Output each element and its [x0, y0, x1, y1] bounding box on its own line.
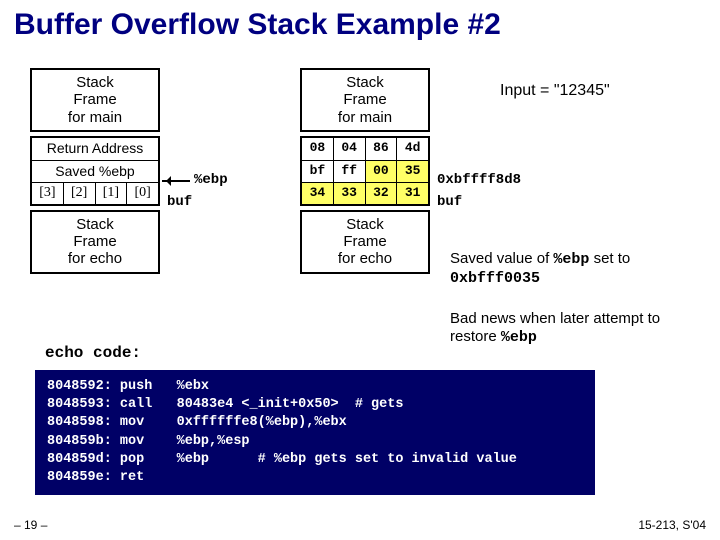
right-row-return: 08 04 86 4d	[302, 138, 428, 160]
slide-number: – 19 –	[14, 518, 47, 532]
right-stack-rows: 08 04 86 4d bf ff 00 35 34 33 32 31	[300, 136, 430, 206]
cell-buf: 33	[333, 183, 365, 204]
cell-buf: 34	[302, 183, 333, 204]
cell: bf	[302, 161, 333, 182]
cell: 4d	[396, 138, 428, 160]
course-tag: 15-213, S'04	[638, 518, 706, 532]
label-addr-right: 0xbffff8d8	[437, 172, 521, 188]
t: set to	[589, 250, 630, 267]
right-row-buf: 34 33 32 31	[302, 182, 428, 204]
buf-idx-0: [0]	[126, 183, 158, 204]
left-row-buf: [3] [2] [1] [0]	[32, 182, 158, 204]
cell-buf: 32	[365, 183, 397, 204]
left-echo-frame: Stack Frame for echo	[30, 210, 160, 274]
cell-buf: 31	[396, 183, 428, 204]
note-saved-ebp: Saved value of %ebp set to 0xbfff0035	[450, 250, 710, 288]
cell-corrupt: 35	[396, 161, 428, 182]
t: %ebp	[553, 251, 589, 268]
cell: 08	[302, 138, 333, 160]
right-echo-frame: Stack Frame for echo	[300, 210, 430, 274]
t: Bad news when later attempt to restore	[450, 310, 660, 345]
buf-idx-1: [1]	[95, 183, 127, 204]
label-buf-left: buf	[167, 194, 192, 210]
arrow-ebp-left	[162, 180, 190, 182]
cell: 04	[333, 138, 365, 160]
label-ebp-left: %ebp	[194, 172, 228, 188]
slide-title: Buffer Overflow Stack Example #2	[0, 0, 720, 46]
cell: ff	[333, 161, 365, 182]
left-stack-rows: Return Address Saved %ebp [3] [2] [1] [0…	[30, 136, 160, 206]
buf-idx-2: [2]	[63, 183, 95, 204]
disassembly-code: 8048592: push %ebx 8048593: call 80483e4…	[35, 370, 595, 495]
t: 0xbfff0035	[450, 270, 540, 287]
input-value-label: Input = "12345"	[500, 82, 610, 100]
t: Saved value of	[450, 250, 553, 267]
cell: 86	[365, 138, 397, 160]
t: %ebp	[501, 329, 537, 346]
cell-corrupt: 00	[365, 161, 397, 182]
left-row-return: Return Address	[32, 138, 158, 160]
left-main-frame: Stack Frame for main	[30, 68, 160, 132]
echo-code-label: echo code:	[45, 344, 141, 362]
note-bad-news: Bad news when later attempt to restore %…	[450, 310, 710, 347]
left-row-saved-ebp: Saved %ebp	[32, 160, 158, 182]
label-buf-right: buf	[437, 194, 462, 210]
buf-idx-3: [3]	[32, 183, 63, 204]
left-stack-diagram: Stack Frame for main Return Address Save…	[30, 68, 240, 274]
right-row-saved-ebp: bf ff 00 35	[302, 160, 428, 182]
right-main-frame: Stack Frame for main	[300, 68, 430, 132]
